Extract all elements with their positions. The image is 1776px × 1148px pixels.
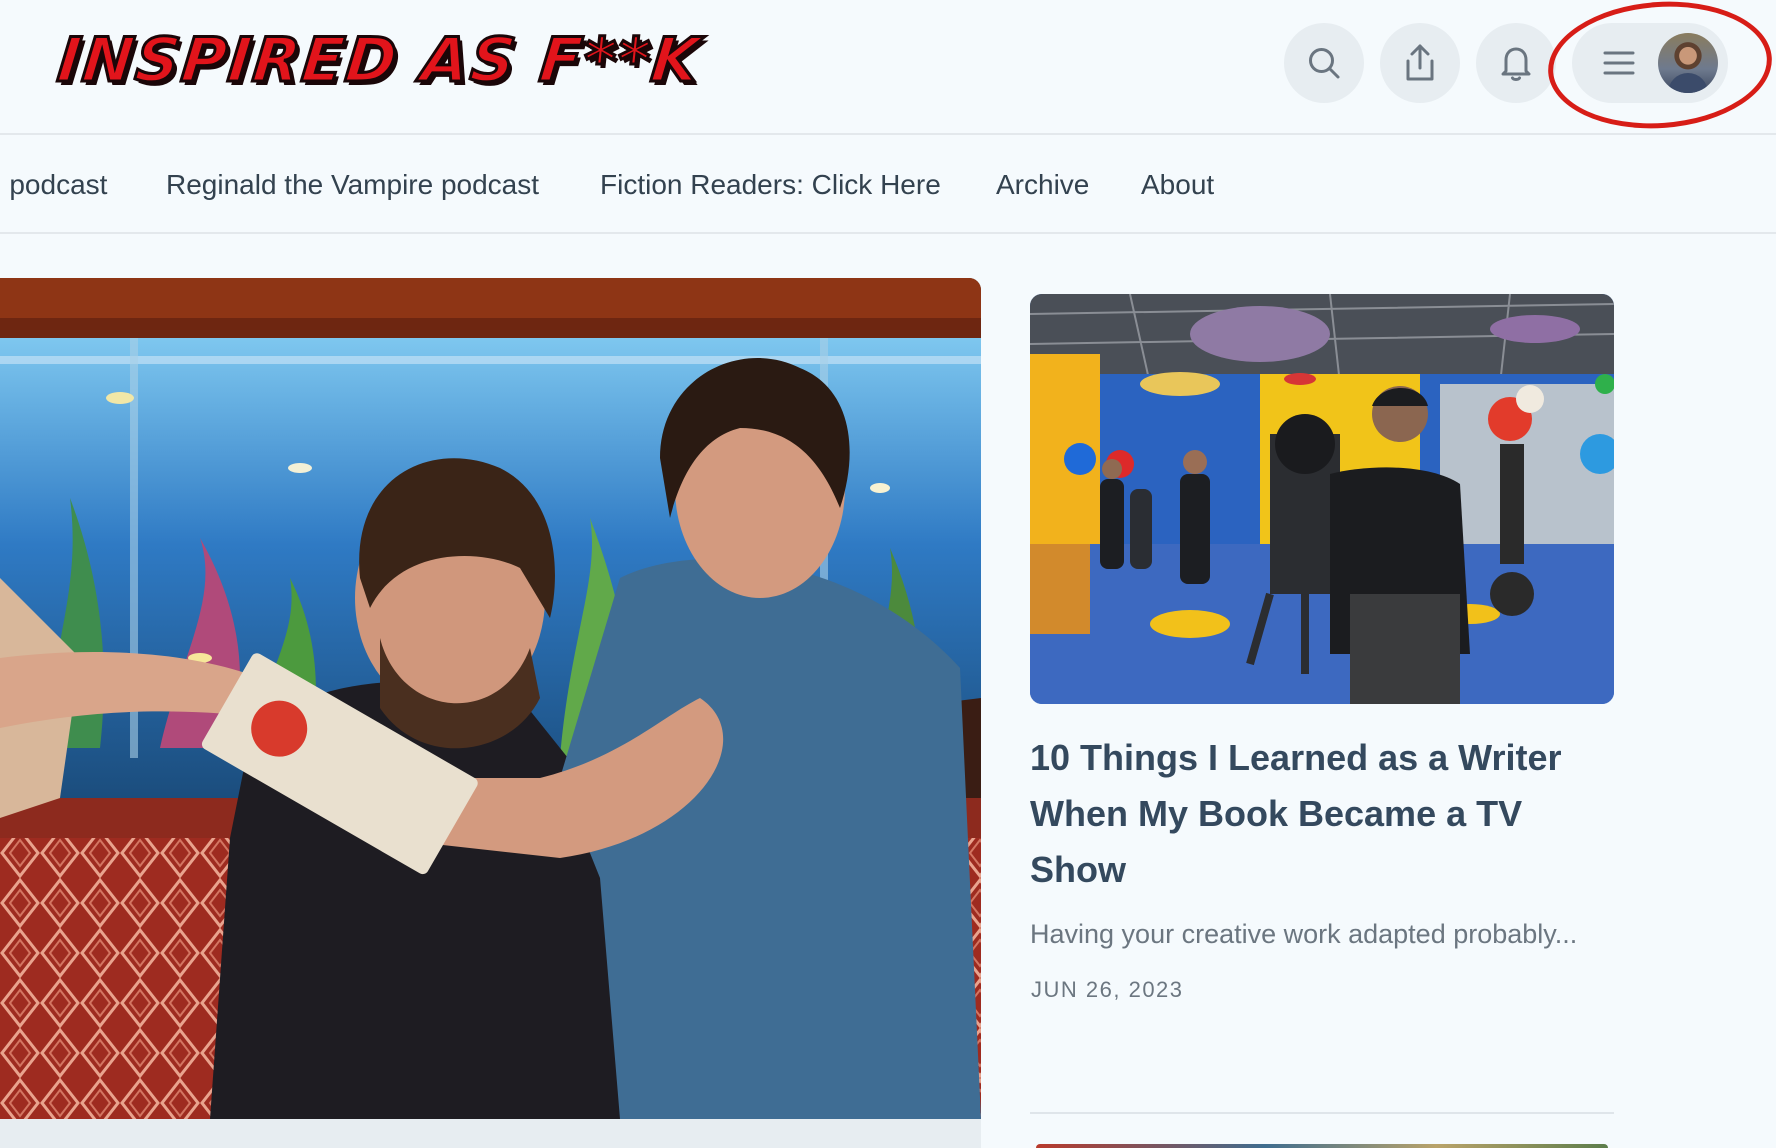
notifications-button[interactable] [1476,23,1556,103]
next-post-thumbnail-edge[interactable] [1036,1144,1608,1148]
search-icon [1309,48,1340,79]
site-header: INSPIRED AS F**K [0,0,1776,136]
nav-item-about[interactable]: About [1141,167,1214,203]
menu-icon [1602,47,1636,79]
nav-item-reginald-podcast[interactable]: Reginald the Vampire podcast [166,167,539,203]
section-nav: g podcast Reginald the Vampire podcast F… [0,135,1776,234]
bell-icon [1501,47,1531,81]
tv-set-photo [1030,294,1614,704]
post-excerpt: Having your creative work adapted probab… [1030,919,1578,949]
hero-photo [0,278,981,1119]
post-title[interactable]: 10 Things I Learned as a Writer When My … [1030,730,1614,898]
nav-item-fiction-readers[interactable]: Fiction Readers: Click Here [600,167,941,203]
hero-bottom-strip [0,1119,981,1148]
post-date: JUN 26, 2023 [1031,977,1184,1002]
site-logo[interactable]: INSPIRED AS F**K [53,24,706,98]
post-divider [1030,1112,1614,1114]
nav-item-podcast[interactable]: g podcast [0,167,107,203]
share-button[interactable] [1380,23,1460,103]
featured-post-image[interactable] [0,278,981,1119]
user-menu-button[interactable] [1572,23,1728,103]
post-thumbnail[interactable] [1030,294,1614,704]
search-button[interactable] [1284,23,1364,103]
profile-avatar[interactable] [1658,33,1718,93]
share-icon [1406,44,1434,81]
nav-item-archive[interactable]: Archive [996,167,1089,203]
avatar-shoulders [1668,73,1708,93]
